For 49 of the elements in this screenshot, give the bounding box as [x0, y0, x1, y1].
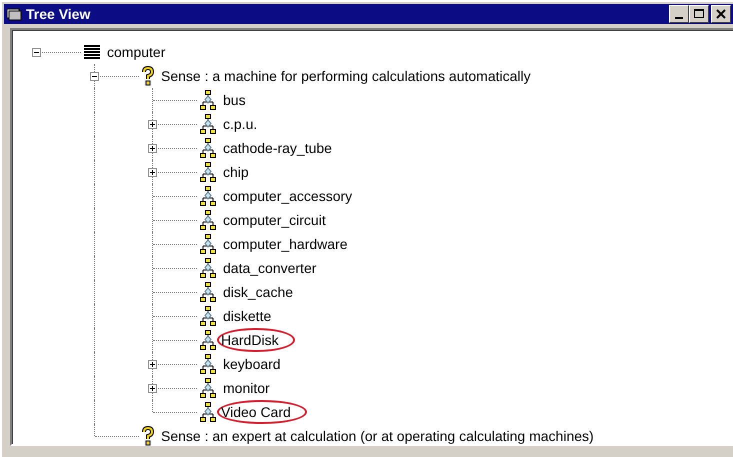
hierarchy-icon [199, 330, 217, 350]
hierarchy-icon [199, 138, 217, 158]
tree-label[interactable]: diskette [221, 308, 274, 324]
tree-label[interactable]: computer_accessory [221, 188, 354, 204]
hierarchy-icon [199, 378, 217, 398]
expand-toggle[interactable] [148, 120, 157, 129]
expand-toggle[interactable] [148, 144, 157, 153]
hierarchy-icon [199, 282, 217, 302]
hierarchy-icon [199, 306, 217, 326]
collapse-toggle[interactable] [32, 48, 41, 57]
hierarchy-icon [199, 234, 217, 254]
circled-tree-label[interactable]: Video Card [217, 400, 307, 424]
tree-label[interactable]: chip [221, 164, 251, 180]
window-icon [6, 7, 22, 21]
hierarchy-icon [199, 186, 217, 206]
expand-toggle[interactable] [148, 360, 157, 369]
hierarchy-icon [199, 354, 217, 374]
tree-label[interactable]: disk_cache [221, 284, 296, 300]
hierarchy-icon [199, 90, 217, 110]
tree-label[interactable]: Sense : a machine for performing calculations automatically [159, 68, 533, 84]
tree-label[interactable]: computer [105, 44, 168, 60]
hierarchy-icon [199, 162, 217, 182]
window-title: Tree View [26, 6, 92, 22]
question-icon [141, 426, 155, 446]
hierarchy-icon [199, 114, 217, 134]
list-icon [83, 44, 101, 60]
close-icon [716, 9, 726, 19]
expand-toggle[interactable] [148, 168, 157, 177]
tree-label[interactable]: cathode-ray_tube [221, 140, 334, 156]
expand-toggle[interactable] [148, 384, 157, 393]
tree-label[interactable]: computer_hardware [221, 236, 350, 252]
question-icon [141, 66, 155, 86]
tree-label[interactable]: keyboard [221, 356, 283, 372]
hierarchy-icon [199, 402, 217, 422]
tree-label[interactable]: Sense : an expert at calculation (or at operating calculating machines) [159, 428, 596, 444]
maximize-button[interactable] [689, 5, 709, 23]
close-button[interactable] [711, 5, 731, 23]
minimize-icon [675, 16, 683, 18]
tree-label[interactable]: computer_circuit [221, 212, 328, 228]
minimize-button[interactable] [669, 5, 689, 23]
collapse-toggle[interactable] [90, 72, 99, 81]
hierarchy-icon [199, 210, 217, 230]
tree-label[interactable]: data_converter [221, 260, 318, 276]
tree-label[interactable]: bus [221, 92, 248, 108]
circled-tree-label[interactable]: HardDisk [217, 328, 295, 352]
hierarchy-icon [199, 258, 217, 278]
maximize-icon [694, 9, 704, 19]
tree-label[interactable]: c.p.u. [221, 116, 260, 132]
tree-label[interactable]: monitor [221, 380, 272, 396]
